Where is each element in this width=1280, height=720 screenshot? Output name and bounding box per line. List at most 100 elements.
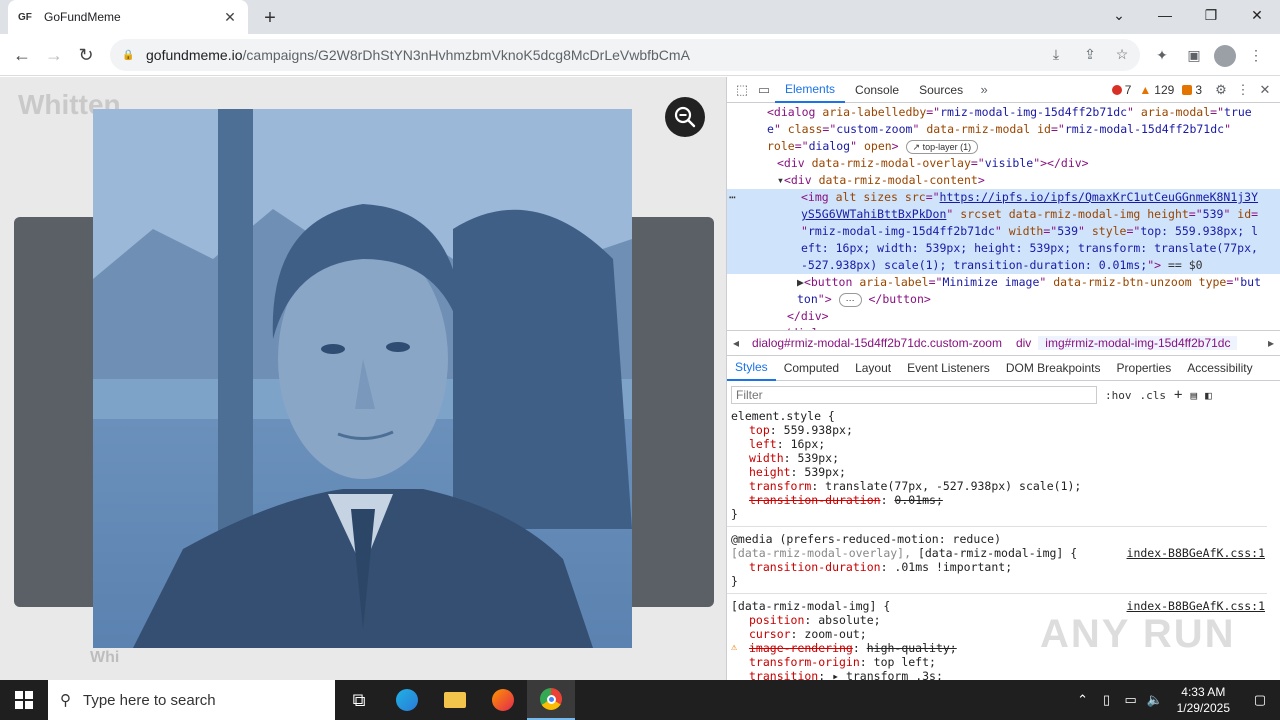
task-view-icon[interactable]: ⧉ <box>335 680 383 720</box>
cls-toggle[interactable]: .cls <box>1140 389 1167 402</box>
dom-node-line[interactable]: ton"> ⋯ </button> <box>727 291 1280 308</box>
issues-count-badge[interactable]: 3 <box>1182 83 1202 97</box>
toggle-rendering-icon[interactable]: ▤ <box>1190 389 1197 402</box>
style-property[interactable]: transition: ▸ transform .3s; <box>727 669 1267 680</box>
tab-properties[interactable]: Properties <box>1109 356 1180 381</box>
zoomed-campaign-image[interactable] <box>93 109 632 648</box>
style-property[interactable]: transition-duration: .01ms !important; <box>727 560 1267 574</box>
style-rule-selector[interactable]: [data-rmiz-modal-overlay], [data-rmiz-mo… <box>727 546 1267 560</box>
taskbar-clock[interactable]: 4:33 AM 1/29/2025 <box>1177 684 1230 716</box>
side-panel-icon[interactable]: ▣ <box>1184 45 1204 65</box>
rule-close-brace[interactable]: } <box>727 574 1267 588</box>
bookmark-star-icon[interactable]: ☆ <box>1112 44 1132 64</box>
settings-gear-icon[interactable]: ⚙ <box>1210 79 1232 101</box>
warning-count-badge[interactable]: ▲ 129 <box>1139 83 1174 97</box>
forward-button[interactable]: → <box>42 43 66 67</box>
new-style-rule-icon[interactable]: + <box>1174 387 1182 403</box>
style-rule-divider <box>727 526 1267 527</box>
edge-icon[interactable] <box>383 680 431 720</box>
dom-node-line[interactable]: ▾<div data-rmiz-modal-content> <box>727 172 1280 189</box>
lock-icon[interactable]: 🔒 <box>122 49 134 61</box>
new-tab-button[interactable]: + <box>258 6 282 30</box>
breadcrumb-left-arrow-icon[interactable]: ◂ <box>727 336 745 350</box>
tab-styles[interactable]: Styles <box>727 356 776 381</box>
dom-node-line[interactable]: ▶<button aria-label="Minimize image" dat… <box>727 274 1280 291</box>
share-icon[interactable]: ⇪ <box>1080 44 1100 64</box>
devtools-menu-icon[interactable]: ⋮ <box>1232 79 1254 101</box>
tab-strip: GF GoFundMeme ✕ + ⌄ — ❐ ✕ <box>0 0 1280 34</box>
restore-window-button[interactable]: ❐ <box>1188 0 1234 30</box>
volume-icon[interactable]: 🔈 <box>1143 692 1167 708</box>
tab-event-listeners[interactable]: Event Listeners <box>899 356 998 381</box>
dom-node-line[interactable]: <div data-rmiz-modal-overlay="visible"><… <box>727 155 1280 172</box>
style-property[interactable]: width: 539px; <box>727 451 1267 465</box>
dom-node-line[interactable]: role="dialog" open> ↗ top-layer (1) <box>727 138 1280 155</box>
extensions-icon[interactable]: ✦ <box>1152 45 1172 65</box>
selected-dom-node-line[interactable]: yS5G6VWTahiBttBxPkDon" srcset data-rmiz-… <box>727 206 1280 223</box>
style-rule-selector[interactable]: [data-rmiz-modal-img] {index-B8BGeAfK.cs… <box>727 599 1267 613</box>
install-app-icon[interactable]: ⤓ <box>1046 44 1066 64</box>
close-window-button[interactable]: ✕ <box>1234 0 1280 30</box>
tab-elements[interactable]: Elements <box>775 77 846 103</box>
selected-dom-node-line[interactable]: -527.938px) scale(1); transition-duratio… <box>727 257 1280 274</box>
tray-device-icon[interactable]: ▯ <box>1095 692 1119 708</box>
browser-tab[interactable]: GF GoFundMeme ✕ <box>8 0 248 34</box>
style-property[interactable]: top: 559.938px; <box>727 423 1267 437</box>
selected-dom-node-line[interactable]: eft: 16px; width: 539px; height: 539px; … <box>727 240 1280 257</box>
selected-dom-node-line[interactable]: "rmiz-modal-img-15d4ff2b71dc" width="539… <box>727 223 1280 240</box>
tray-chevron-icon[interactable]: ⌃ <box>1071 692 1095 708</box>
search-icon: ⚲ <box>60 692 71 709</box>
style-property[interactable]: transition-duration: 0.01ms; <box>727 493 1267 507</box>
browser-toolbar: ← → ↻ 🔒 gofundmeme.io/campaigns/G2W8rDhS… <box>0 34 1280 76</box>
close-tab-icon[interactable]: ✕ <box>222 9 238 25</box>
error-count-badge[interactable]: 7 <box>1111 82 1132 97</box>
inspect-element-icon[interactable]: ⬚ <box>731 79 753 101</box>
tab-sources[interactable]: Sources <box>909 77 973 103</box>
device-toolbar-icon[interactable]: ▭ <box>753 79 775 101</box>
tab-search-icon[interactable]: ⌄ <box>1096 0 1142 30</box>
breadcrumb-right-arrow-icon[interactable]: ▸ <box>1262 336 1280 350</box>
breadcrumb-dialog[interactable]: dialog#rmiz-modal-15d4ff2b71dc.custom-zo… <box>745 336 1009 350</box>
media-query[interactable]: @media (prefers-reduced-motion: reduce) <box>727 532 1267 546</box>
more-tabs-icon[interactable]: » <box>973 79 995 101</box>
style-property[interactable]: transform: translate(77px, -527.938px) s… <box>727 479 1267 493</box>
selected-dom-node-line[interactable]: ⋯ <img alt sizes src="https://ipfs.io/ipf… <box>727 189 1280 206</box>
dom-node-line[interactable]: <dialog aria-labelledby="rmiz-modal-img-… <box>727 104 1280 121</box>
style-property[interactable]: left: 16px; <box>727 437 1267 451</box>
firefox-icon[interactable] <box>479 680 527 720</box>
style-property[interactable]: transform-origin: top left; <box>727 655 1267 669</box>
rule-close-brace[interactable]: } <box>727 507 1267 521</box>
chrome-icon[interactable] <box>527 680 575 720</box>
reload-button[interactable]: ↻ <box>74 43 98 67</box>
address-bar[interactable]: 🔒 gofundmeme.io/campaigns/G2W8rDhStYN3nH… <box>110 39 1140 71</box>
elements-tree[interactable]: <dialog aria-labelledby="rmiz-modal-img-… <box>727 104 1280 330</box>
tab-accessibility[interactable]: Accessibility <box>1179 356 1260 381</box>
error-count: 7 <box>1124 82 1132 97</box>
style-property[interactable]: height: 539px; <box>727 465 1267 479</box>
styles-filter-input[interactable] <box>731 386 1097 404</box>
notification-icon[interactable]: ▢ <box>1240 692 1280 708</box>
minimize-window-button[interactable]: — <box>1142 0 1188 30</box>
profile-avatar[interactable] <box>1214 45 1236 67</box>
tab-computed[interactable]: Computed <box>776 356 847 381</box>
taskbar-search[interactable]: ⚲ Type here to search <box>48 680 335 720</box>
hov-toggle[interactable]: :hov <box>1105 389 1132 402</box>
breadcrumb-div[interactable]: div <box>1009 336 1038 350</box>
tab-console[interactable]: Console <box>845 77 909 103</box>
element-style-selector[interactable]: element.style { <box>727 409 1267 423</box>
close-devtools-icon[interactable]: ✕ <box>1254 79 1276 101</box>
back-button[interactable]: ← <box>10 43 34 67</box>
breadcrumb-img[interactable]: img#rmiz-modal-img-15d4ff2b71dc <box>1038 336 1238 350</box>
tab-dom-breakpoints[interactable]: DOM Breakpoints <box>998 356 1109 381</box>
start-button[interactable] <box>0 680 48 720</box>
zoom-out-icon <box>674 106 696 128</box>
dom-node-line[interactable]: e" class="custom-zoom" data-rmiz-modal i… <box>727 121 1280 138</box>
network-icon[interactable]: ▭ <box>1119 692 1143 708</box>
styles-filter-row: :hov .cls + ▤ ◧ <box>727 383 1280 407</box>
toggle-sidebar-icon[interactable]: ◧ <box>1205 389 1212 402</box>
minimize-image-button[interactable] <box>665 97 705 137</box>
dom-node-line[interactable]: </div> <box>727 308 1280 325</box>
tab-layout[interactable]: Layout <box>847 356 899 381</box>
menu-kebab-icon[interactable]: ⋮ <box>1246 45 1266 65</box>
file-explorer-icon[interactable] <box>431 680 479 720</box>
